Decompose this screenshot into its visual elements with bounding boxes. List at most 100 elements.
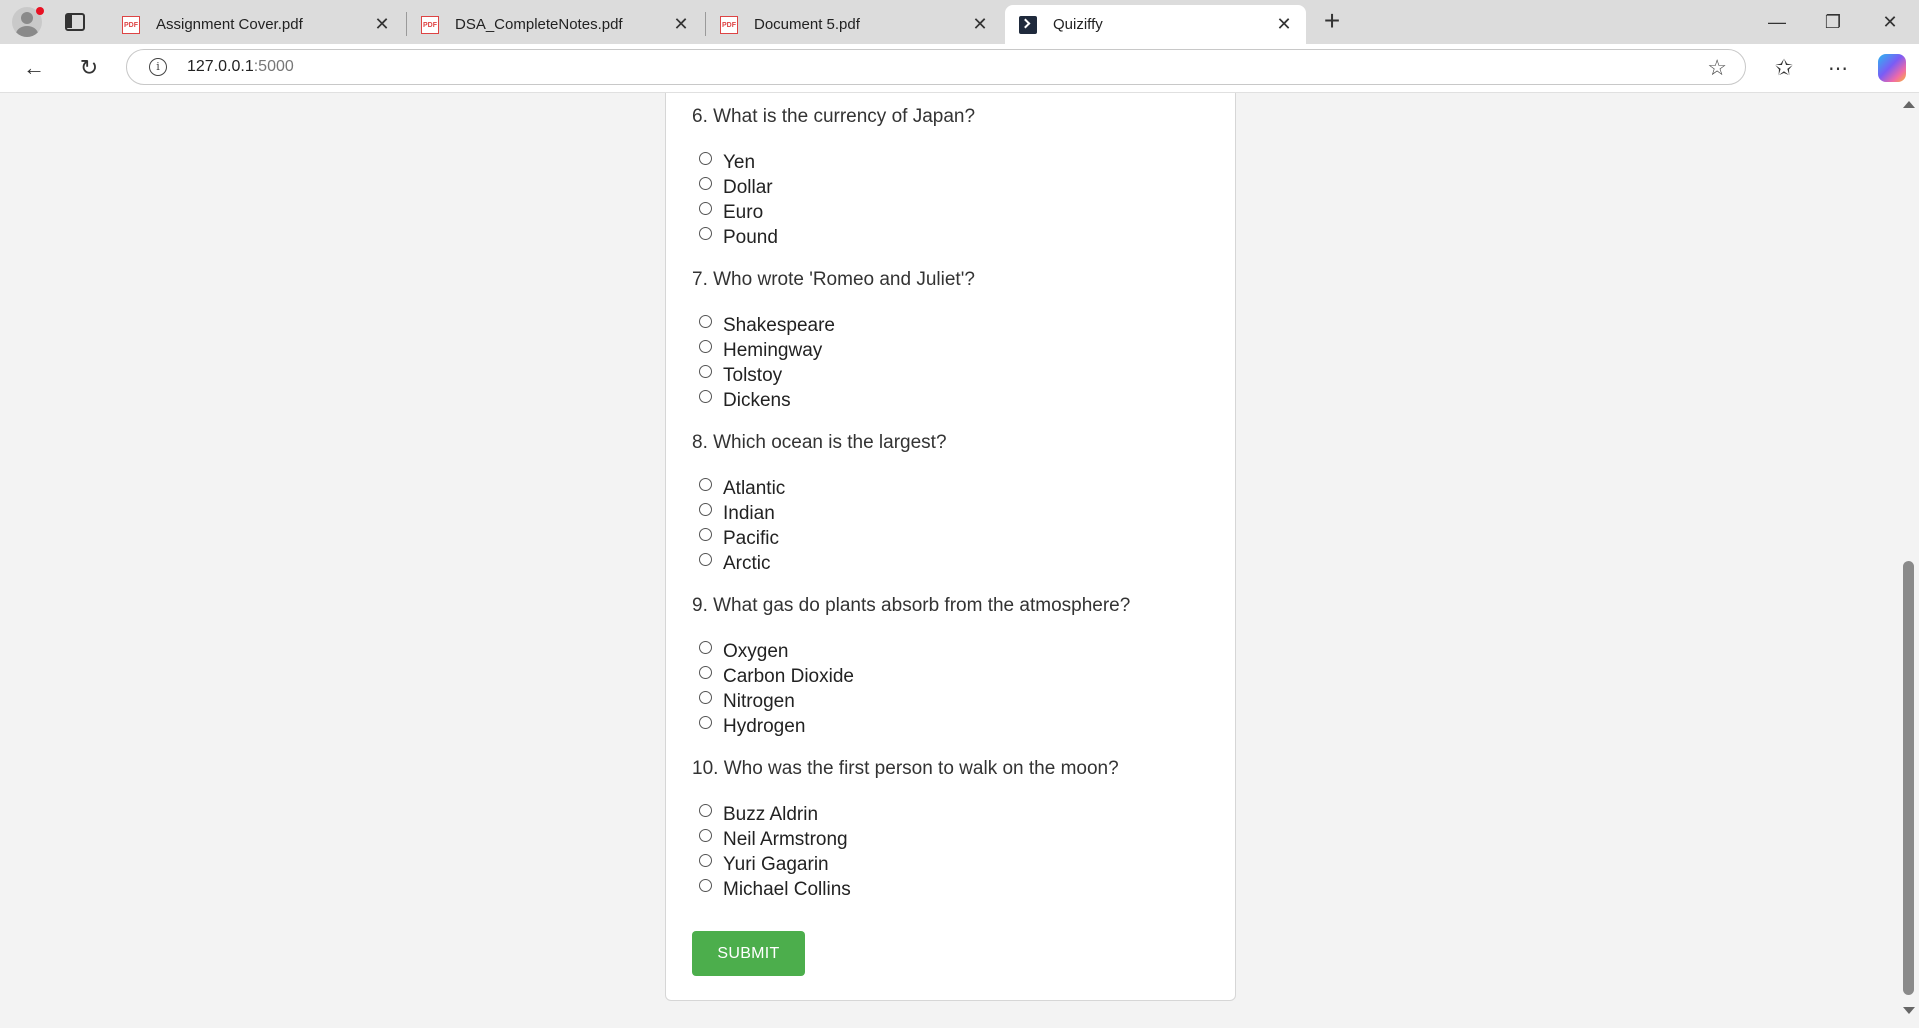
radio-button[interactable] (699, 177, 712, 190)
submit-button[interactable]: SUBMIT (692, 931, 805, 976)
back-arrow-icon[interactable]: ← (20, 54, 48, 82)
close-tab-icon[interactable]: ✕ (970, 14, 990, 35)
option-item[interactable]: Euro (692, 200, 975, 225)
option-label: Hydrogen (723, 715, 806, 737)
option-label: Euro (723, 201, 764, 223)
pdf-icon (122, 15, 140, 34)
navigation-bar: ← ↻ i 127.0.0.1:5000 ☆ ✩ ⋯ (0, 44, 1919, 93)
tab-title: Quiziffy (1053, 16, 1103, 33)
option-item[interactable]: Indian (692, 501, 947, 526)
option-item[interactable]: Buzz Aldrin (692, 802, 1119, 827)
option-item[interactable]: Hydrogen (692, 714, 1130, 739)
option-item[interactable]: Pound (692, 225, 975, 250)
option-label: Pound (723, 226, 778, 248)
option-item[interactable]: Nitrogen (692, 689, 1130, 714)
url-port: :5000 (253, 58, 294, 75)
radio-button[interactable] (699, 691, 712, 704)
page-viewport: 6. What is the currency of Japan? Yen Do… (0, 93, 1898, 1028)
option-item[interactable]: Michael Collins (692, 877, 1119, 902)
close-tab-icon[interactable]: ✕ (671, 14, 691, 35)
scroll-up-arrow-icon[interactable] (1903, 101, 1915, 108)
radio-button[interactable] (699, 804, 712, 817)
option-label: Indian (723, 502, 775, 524)
option-item[interactable]: Yuri Gagarin (692, 852, 1119, 877)
radio-button[interactable] (699, 503, 712, 516)
option-item[interactable]: Neil Armstrong (692, 827, 1119, 852)
radio-button[interactable] (699, 641, 712, 654)
option-label: Yen (723, 151, 756, 173)
tab-title: DSA_CompleteNotes.pdf (455, 16, 623, 33)
close-tab-icon[interactable]: ✕ (372, 14, 392, 35)
option-list: Atlantic Indian Pacific Arctic (692, 476, 947, 576)
site-info-icon[interactable]: i (149, 58, 167, 76)
option-item[interactable]: Shakespeare (692, 313, 975, 338)
tab-actions-icon[interactable] (62, 10, 86, 34)
radio-button[interactable] (699, 390, 712, 403)
favorites-icon[interactable]: ✩ (1770, 54, 1798, 82)
radio-button[interactable] (699, 340, 712, 353)
option-label: Atlantic (723, 477, 786, 499)
favorite-star-icon[interactable]: ☆ (1707, 55, 1727, 81)
more-options-icon[interactable]: ⋯ (1824, 54, 1852, 82)
option-label: Nitrogen (723, 690, 795, 712)
radio-button[interactable] (699, 829, 712, 842)
vertical-scrollbar[interactable] (1898, 93, 1919, 1028)
scroll-down-arrow-icon[interactable] (1903, 1007, 1915, 1014)
question-6: 6. What is the currency of Japan? Yen Do… (692, 105, 975, 250)
question-text: 10. Who was the first person to walk on … (692, 758, 1119, 779)
option-item[interactable]: Oxygen (692, 639, 1130, 664)
option-item[interactable]: Carbon Dioxide (692, 664, 1130, 689)
tab-quiziffy[interactable]: Quiziffy ✕ (1005, 5, 1306, 44)
minimize-icon[interactable]: — (1754, 0, 1800, 44)
question-7: 7. Who wrote 'Romeo and Juliet'? Shakesp… (692, 268, 975, 413)
option-item[interactable]: Hemingway (692, 338, 975, 363)
option-label: Michael Collins (723, 878, 851, 900)
copilot-icon[interactable] (1878, 54, 1906, 82)
option-label: Yuri Gagarin (723, 853, 829, 875)
radio-button[interactable] (699, 528, 712, 541)
radio-button[interactable] (699, 315, 712, 328)
option-item[interactable]: Dickens (692, 388, 975, 413)
option-label: Carbon Dioxide (723, 665, 854, 687)
option-item[interactable]: Pacific (692, 526, 947, 551)
question-text: 6. What is the currency of Japan? (692, 106, 976, 127)
tab-dsa-notes[interactable]: DSA_CompleteNotes.pdf ✕ (407, 5, 703, 44)
terminal-icon (1019, 15, 1037, 34)
question-text: 9. What gas do plants absorb from the at… (692, 595, 1131, 616)
option-item[interactable]: Tolstoy (692, 363, 975, 388)
close-tab-icon[interactable]: ✕ (1274, 14, 1294, 35)
pdf-icon (421, 15, 439, 34)
restore-icon[interactable]: ❐ (1810, 0, 1856, 44)
radio-button[interactable] (699, 227, 712, 240)
refresh-icon[interactable]: ↻ (75, 54, 103, 82)
option-label: Pacific (723, 527, 779, 549)
option-list: Buzz Aldrin Neil Armstrong Yuri Gagarin … (692, 802, 1119, 902)
radio-button[interactable] (699, 854, 712, 867)
radio-button[interactable] (699, 152, 712, 165)
option-label: Hemingway (723, 339, 823, 361)
close-window-icon[interactable]: ✕ (1867, 0, 1913, 44)
tab-assignment-cover[interactable]: Assignment Cover.pdf ✕ (108, 5, 404, 44)
new-tab-icon[interactable]: + (1318, 7, 1346, 36)
option-label: Buzz Aldrin (723, 803, 819, 825)
radio-button[interactable] (699, 716, 712, 729)
tab-strip: Assignment Cover.pdf ✕ DSA_CompleteNotes… (0, 0, 1919, 44)
radio-button[interactable] (699, 879, 712, 892)
option-item[interactable]: Dollar (692, 175, 975, 200)
address-bar[interactable]: i 127.0.0.1:5000 ☆ (126, 49, 1746, 85)
radio-button[interactable] (699, 202, 712, 215)
tab-document-5[interactable]: Document 5.pdf ✕ (706, 5, 1002, 44)
question-9: 9. What gas do plants absorb from the at… (692, 594, 1130, 739)
option-item[interactable]: Arctic (692, 551, 947, 576)
radio-button[interactable] (699, 553, 712, 566)
option-item[interactable]: Yen (692, 150, 975, 175)
url-text[interactable]: 127.0.0.1:5000 (187, 58, 294, 76)
option-label: Dollar (723, 176, 773, 198)
radio-button[interactable] (699, 666, 712, 679)
scrollbar-thumb[interactable] (1903, 561, 1914, 995)
option-list: Oxygen Carbon Dioxide Nitrogen Hydrogen (692, 639, 1130, 739)
option-item[interactable]: Atlantic (692, 476, 947, 501)
option-label: Tolstoy (723, 364, 783, 386)
radio-button[interactable] (699, 478, 712, 491)
radio-button[interactable] (699, 365, 712, 378)
